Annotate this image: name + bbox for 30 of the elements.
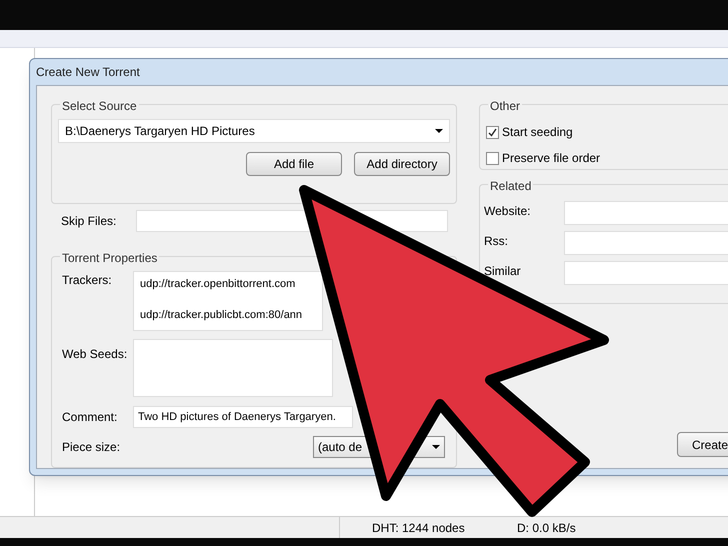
window-title: Create New Torrent <box>36 64 140 81</box>
status-text: DHT: 1244 nodes <box>371 520 466 536</box>
checkbox-label: Start seeding <box>502 124 573 141</box>
trackers-field[interactable]: udp://tracker.openbittorrent.com udp://tracker.publicbt.com:80/ann <box>133 271 323 331</box>
tracker-url: udp://tracker.openbittorrent.com <box>140 277 296 292</box>
related-field[interactable] <box>564 201 728 225</box>
field-label: Web Seeds: <box>61 346 128 363</box>
related-field[interactable] <box>564 231 728 255</box>
create-button[interactable]: Create <box>677 432 728 457</box>
source-button[interactable]: Add file <box>246 152 342 176</box>
checkbox[interactable] <box>486 126 499 138</box>
field-label: Similar <box>484 264 521 278</box>
check-icon <box>488 128 497 136</box>
related-field[interactable] <box>564 261 728 285</box>
comment-field[interactable]: Two HD pictures of Daenerys Targaryen. <box>133 406 353 428</box>
field-label: Trackers: <box>61 272 113 289</box>
status-text: D: 0.0 kB/s <box>516 520 576 536</box>
field-label: Rss: <box>484 234 508 248</box>
dropdown-caret-icon <box>432 445 440 449</box>
field-label: Comment: <box>61 409 118 426</box>
checkbox-label: Preserve file order <box>502 150 600 167</box>
source-button[interactable]: Add directory <box>354 152 450 176</box>
checkbox[interactable] <box>486 152 499 164</box>
field-label: Piece size: <box>61 439 122 456</box>
field-label: Website: <box>484 204 530 218</box>
field-label: Skip Files: <box>61 213 118 230</box>
source-dropdown[interactable]: B:\Daenerys Targaryen HD Pictures <box>58 119 450 143</box>
tracker-url: udp://tracker.publicbt.com:80/ann <box>140 308 304 322</box>
web-seeds-field[interactable] <box>133 339 333 397</box>
dropdown-caret-icon <box>435 129 443 133</box>
